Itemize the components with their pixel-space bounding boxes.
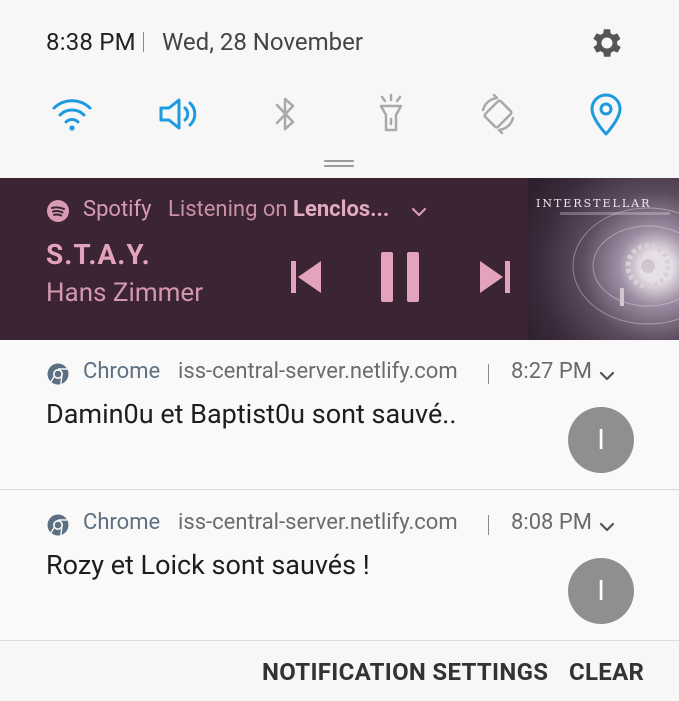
drag-handle[interactable] <box>324 160 354 167</box>
site-url: iss-central-server.netlify.com <box>178 359 458 384</box>
avatar: I <box>568 558 634 624</box>
date[interactable]: Wed, 28 November <box>162 28 363 56</box>
chrome-icon <box>46 513 70 537</box>
location-icon[interactable] <box>582 90 630 138</box>
device-name: Lenclos... <box>293 197 390 222</box>
notification-time: 8:27 PM <box>511 359 592 384</box>
app-name: Chrome <box>83 359 161 384</box>
chevron-down-icon[interactable] <box>598 367 616 381</box>
notification-time: 8:08 PM <box>511 510 592 535</box>
track-artist: Hans Zimmer <box>46 278 204 308</box>
previous-track-button[interactable] <box>289 258 323 296</box>
clock: 8:38 PM <box>46 28 136 56</box>
spotify-icon <box>46 199 70 223</box>
app-name: Spotify <box>83 197 152 222</box>
listening-device[interactable]: Listening on Lenclos... <box>168 197 389 222</box>
next-track-button[interactable] <box>478 258 512 296</box>
bluetooth-icon[interactable] <box>261 90 309 138</box>
divider <box>488 364 489 384</box>
notification-settings-button[interactable]: NOTIFICATION SETTINGS <box>262 658 548 686</box>
chevron-down-icon[interactable] <box>598 518 616 532</box>
notification-message: Damin0u et Baptist0u sont sauvé.. <box>46 398 457 430</box>
album-art-title: INTERSTELLAR <box>536 197 652 210</box>
settings-gear-icon[interactable] <box>588 24 626 62</box>
chrome-icon <box>46 362 70 386</box>
notification-message: Rozy et Loick sont sauvés ! <box>46 549 370 581</box>
avatar: I <box>568 407 634 473</box>
chrome-notification[interactable]: Chrome iss-central-server.netlify.com 8:… <box>0 491 679 641</box>
spotify-media-notification[interactable]: Spotify Listening on Lenclos... S.T.A.Y.… <box>0 178 679 340</box>
flashlight-icon[interactable] <box>367 90 415 138</box>
status-prefix: Listening on <box>168 197 288 222</box>
notification-panel-header: 8:38 PM Wed, 28 November <box>0 0 679 178</box>
notification-footer: NOTIFICATION SETTINGS CLEAR <box>0 642 679 701</box>
divider <box>143 32 144 52</box>
auto-rotate-icon[interactable] <box>474 90 522 138</box>
sound-icon[interactable] <box>155 90 203 138</box>
wifi-icon[interactable] <box>48 90 96 138</box>
app-name: Chrome <box>83 510 161 535</box>
chevron-down-icon[interactable] <box>410 204 428 218</box>
site-url: iss-central-server.netlify.com <box>178 510 458 535</box>
chrome-notification[interactable]: Chrome iss-central-server.netlify.com 8:… <box>0 340 679 490</box>
pause-button[interactable] <box>380 250 420 304</box>
album-art-subtitle <box>560 212 670 215</box>
track-title: S.T.A.Y. <box>46 238 151 271</box>
clear-button[interactable]: CLEAR <box>569 658 644 686</box>
divider <box>488 515 489 535</box>
